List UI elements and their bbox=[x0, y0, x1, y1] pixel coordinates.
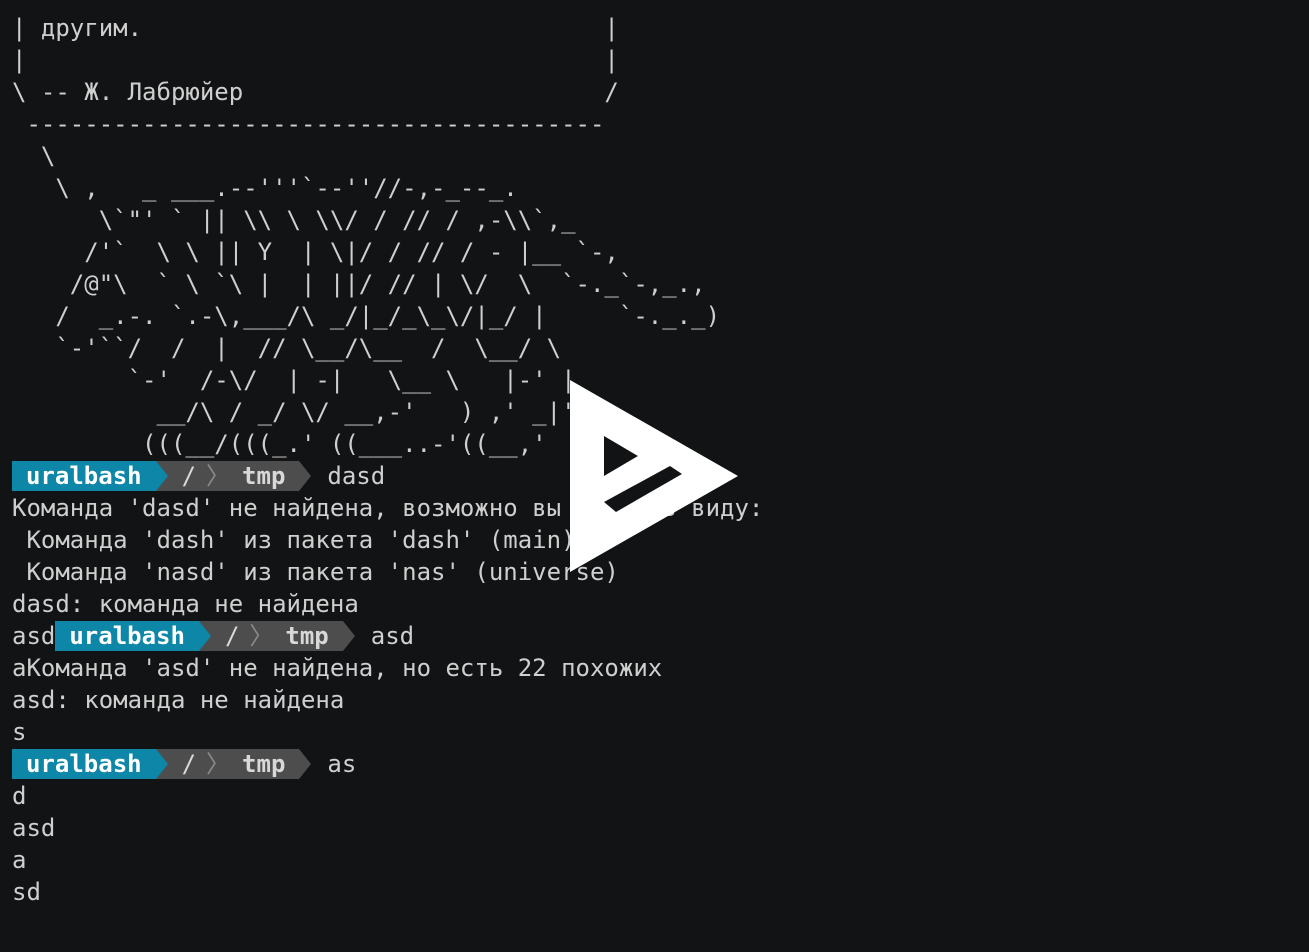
prompt-user-segment: uralbash bbox=[12, 749, 168, 779]
path-dir: tmp bbox=[242, 750, 286, 778]
ascii-line: ---------------------------------------- bbox=[12, 110, 605, 138]
ascii-line: /@"\ ` \ `\ | | ||/ // | \/ \ `-._`-,_., bbox=[12, 270, 706, 298]
output-line: sd bbox=[12, 878, 41, 906]
typed-command: dasd bbox=[327, 462, 386, 490]
ascii-line: | | bbox=[12, 46, 619, 74]
prompt-path-segment: / 〉 tmp bbox=[198, 621, 355, 651]
output-line: dasd: команда не найдена bbox=[12, 590, 359, 618]
output-line: аКоманда 'asd' не найдена, но есть 22 по… bbox=[12, 654, 663, 682]
output-line: s bbox=[12, 718, 27, 746]
shell-prompt: uralbash / 〉 tmp bbox=[12, 749, 312, 779]
ascii-line: \ bbox=[12, 142, 56, 170]
ascii-line: \`"' ` || \\ \ \\/ / // / ,-\\`,_ bbox=[12, 206, 576, 234]
path-separator-icon: 〉 bbox=[206, 462, 231, 490]
prompt-user-segment: uralbash bbox=[55, 621, 211, 651]
output-line: d bbox=[12, 782, 27, 810]
ascii-line: / _.-. `.-\,___/\ _/|_/_\_\/|_/ | `-._._… bbox=[12, 302, 721, 330]
ascii-line: \ -- Ж. Лабрюйер / bbox=[12, 78, 619, 106]
prompt-path-segment: / 〉 tmp bbox=[155, 461, 312, 491]
path-dir: tmp bbox=[285, 622, 329, 650]
ascii-line: /'` \ \ || Y | \|/ / // / - |__ `-, bbox=[12, 238, 619, 266]
prompt-line: uralbash / 〉 tmp as bbox=[12, 748, 1297, 780]
path-separator-icon: 〉 bbox=[206, 750, 231, 778]
prompt-user-segment: uralbash bbox=[12, 461, 168, 491]
prompt-line: asd uralbash / 〉 tmp asd bbox=[12, 620, 1297, 652]
prompt-path-segment: / 〉 tmp bbox=[155, 749, 312, 779]
typed-command: asd bbox=[370, 622, 415, 650]
output-line: asd: команда не найдена bbox=[12, 686, 345, 714]
asciinema-play-icon bbox=[570, 380, 738, 572]
output-line: a bbox=[12, 846, 27, 874]
ascii-line: | другим. | bbox=[12, 14, 619, 42]
path-dir: tmp bbox=[242, 462, 286, 490]
path-separator-icon: 〉 bbox=[249, 622, 274, 650]
play-button[interactable] bbox=[566, 378, 742, 574]
shell-prompt: uralbash / 〉 tmp bbox=[12, 461, 312, 491]
ascii-line: `-'``/ / | // \__/\__ / \__/ \ bbox=[12, 334, 562, 362]
path-root: / bbox=[181, 750, 197, 778]
ascii-line: \ , _ ___.--'''`--''//-,-_--_. bbox=[12, 174, 518, 202]
path-root: / bbox=[224, 622, 240, 650]
shell-prompt: uralbash / 〉 tmp bbox=[55, 621, 355, 651]
path-root: / bbox=[181, 462, 197, 490]
typed-command: as bbox=[327, 750, 357, 778]
stray-input-text: asd bbox=[12, 622, 56, 650]
output-line: asd bbox=[12, 814, 56, 842]
